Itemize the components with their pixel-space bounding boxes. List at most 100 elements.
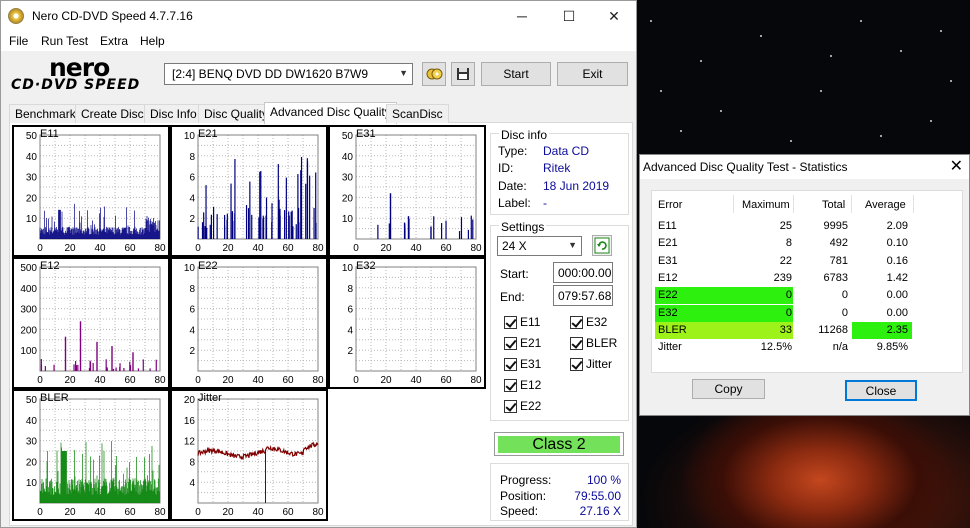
speed-select[interactable]: 24 X ▼: [497, 236, 582, 256]
graph-e21: 10 8 6 4 2 0 20 40 60 80 E21: [170, 125, 328, 257]
x-tick-label: 20: [222, 375, 234, 386]
checkbox-e11-label: E11: [520, 315, 541, 329]
close-button[interactable]: Close: [845, 380, 917, 401]
stats-cell-avg: 2.09: [886, 220, 908, 232]
end-position-label: End:: [500, 290, 525, 304]
graph-e11: 50 40 30 20 10 0 20 40 60 80 E11: [12, 125, 170, 257]
graph-title: E12: [40, 260, 60, 272]
x-tick-label: 60: [282, 243, 294, 254]
tab-disc-info[interactable]: Disc Info: [144, 104, 203, 123]
y-tick-label: 8: [189, 457, 195, 468]
end-position-input[interactable]: 079:57.68: [553, 285, 613, 306]
refresh-speed-button[interactable]: [592, 235, 612, 256]
copy-button[interactable]: Copy: [692, 379, 765, 399]
x-tick-label: 60: [440, 243, 452, 254]
x-tick-label: 80: [312, 243, 324, 254]
checkbox-e22[interactable]: [504, 400, 517, 413]
graph-bler: 50 40 30 20 10 0 20 40 60 80 BLER: [12, 389, 170, 521]
graph-e22: 10 8 6 4 2 0 20 40 60 80 E22: [170, 257, 328, 389]
y-tick-label: 10: [184, 263, 196, 274]
stats-cell-total: 6783: [823, 271, 848, 284]
minimize-icon[interactable]: ─: [499, 1, 545, 31]
stats-cell-max: 12.5%: [760, 341, 792, 354]
statistics-dialog: Advanced Disc Quality Test - Statistics …: [639, 154, 970, 416]
stats-cell-max: 239: [773, 271, 792, 284]
x-tick-label: 20: [222, 243, 234, 254]
stats-cell-error: E21: [658, 237, 678, 250]
start-position-input[interactable]: 000:00.00: [553, 262, 613, 283]
stats-cell-avg: 1.42: [886, 271, 908, 284]
checkbox-e32-label: E32: [586, 315, 608, 329]
stats-row-jitter: Jitter 12.5% n/a 9.85%: [652, 339, 964, 356]
menu-extra[interactable]: Extra: [100, 34, 128, 48]
menu-bar: File Run Test Extra Help: [1, 31, 636, 51]
title-bar[interactable]: Nero CD-DVD Speed 4.7.7.16 ─ ☐ ✕: [1, 1, 636, 31]
stats-cell-max: 0: [785, 306, 792, 319]
col-separator: [733, 195, 734, 213]
x-tick-label: 80: [154, 507, 166, 518]
x-tick-label: 0: [37, 507, 43, 518]
tab-benchmark[interactable]: Benchmark: [9, 104, 82, 123]
graph-e12: 500 400 300 200 100 0 20 40 60 80 E12: [12, 257, 170, 389]
stats-cell-total: 781: [829, 254, 848, 267]
x-tick-label: 60: [124, 375, 136, 386]
drive-select[interactable]: [2:4] BENQ DVD DD DW1620 B7W9 ▼: [164, 63, 413, 85]
menu-file[interactable]: File: [9, 34, 28, 48]
checkbox-jitter[interactable]: [570, 358, 583, 371]
speed-select-value: 24 X: [502, 239, 527, 253]
close-icon[interactable]: ✕: [591, 1, 637, 31]
menu-help[interactable]: Help: [140, 34, 165, 48]
stats-row-bler: BLER 33 11268 2.35: [652, 321, 964, 339]
checkbox-e12-label: E12: [520, 378, 542, 392]
statistics-title-bar[interactable]: Advanced Disc Quality Test - Statistics …: [640, 155, 969, 179]
checkbox-e12[interactable]: [504, 379, 517, 392]
maximize-icon[interactable]: ☐: [546, 1, 592, 31]
stats-row-e32: E32 0 0 0.00: [652, 304, 964, 322]
graph-plot: 50 40 30 20 10 0 20 40 60 80: [26, 131, 166, 254]
stats-cell-error: E22: [658, 289, 678, 302]
position-value: 79:55.00: [574, 489, 621, 503]
eject-drive-button[interactable]: [422, 62, 446, 86]
tab-advanced-disc-quality[interactable]: Advanced Disc Quality: [264, 102, 397, 124]
y-tick-label: 6: [189, 173, 195, 184]
stats-cell-error: E11: [658, 220, 677, 232]
x-tick-label: 40: [94, 243, 106, 254]
disc-id-value: Ritek: [543, 161, 571, 175]
stats-cell-error: E32: [658, 306, 678, 319]
exit-button[interactable]: Exit: [557, 62, 628, 86]
graph-title: E31: [356, 128, 376, 140]
close-icon[interactable]: ✕: [950, 156, 963, 176]
checkbox-bler[interactable]: [570, 337, 583, 350]
x-tick-label: 0: [37, 375, 43, 386]
checkbox-e31[interactable]: [504, 358, 517, 371]
disc-date-label: Date:: [498, 179, 527, 193]
stats-cell-avg: 9.85%: [876, 341, 908, 354]
tab-scandisc[interactable]: ScanDisc: [386, 104, 449, 123]
disc-date-value: 18 Jun 2019: [543, 179, 610, 193]
disc-id-label: ID:: [498, 161, 514, 175]
star: [880, 135, 882, 137]
checkbox-e32[interactable]: [570, 316, 583, 329]
x-tick-label: 60: [440, 375, 452, 386]
y-tick-label: 20: [184, 395, 196, 406]
star: [860, 20, 862, 22]
x-tick-label: 0: [195, 375, 201, 386]
y-tick-label: 20: [342, 193, 354, 204]
x-tick-label: 80: [470, 375, 482, 386]
drive-select-value: [2:4] BENQ DVD DD DW1620 B7W9: [172, 67, 369, 81]
checkbox-e11[interactable]: [504, 316, 517, 329]
y-tick-label: 40: [26, 416, 38, 427]
tab-disc-quality[interactable]: Disc Quality: [198, 104, 275, 123]
checkbox-e21[interactable]: [504, 337, 517, 350]
col-separator: [793, 195, 794, 213]
tab-create-disc[interactable]: Create Disc: [75, 104, 150, 123]
col-header-maximum: Maximum: [742, 199, 790, 211]
graph-title: E22: [198, 260, 218, 272]
save-button[interactable]: [451, 62, 475, 86]
menu-run-test[interactable]: Run Test: [41, 34, 88, 48]
x-tick-label: 40: [410, 375, 422, 386]
start-button[interactable]: Start: [481, 62, 551, 86]
stats-row-e12: E12 239 6783 1.42: [652, 270, 964, 287]
x-tick-label: 80: [312, 375, 324, 386]
stats-cell-total: 0: [841, 289, 848, 302]
